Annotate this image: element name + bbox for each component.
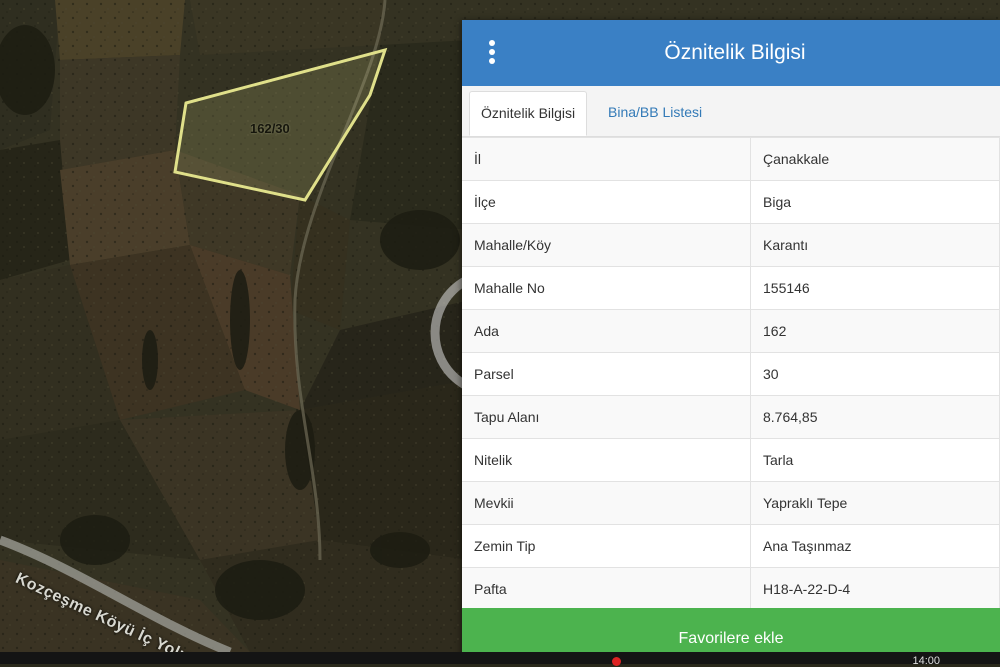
attribute-table: İl Çanakkale İlçe Biga Mahalle/Köy Karantı Mah…: [462, 137, 1000, 610]
table-row: Ada 162: [462, 309, 1000, 353]
attribute-key: Ada: [462, 309, 751, 353]
attribute-value: Biga: [750, 180, 1000, 224]
panel-header: Öznitelik Bilgisi: [462, 20, 1000, 86]
attribute-key: Nitelik: [462, 438, 751, 482]
attribute-key: Tapu Alanı: [462, 395, 751, 439]
table-row: Mevkii Yapraklı Tepe: [462, 481, 1000, 525]
table-row: Mahalle/Köy Karantı: [462, 223, 1000, 267]
attribute-key: Mahalle No: [462, 266, 751, 310]
attribute-key: Mahalle/Köy: [462, 223, 751, 267]
table-row: Zemin Tip Ana Taşınmaz: [462, 524, 1000, 568]
table-row: Mahalle No 155146: [462, 266, 1000, 310]
attribute-key: Pafta: [462, 567, 751, 610]
table-row: İl Çanakkale: [462, 137, 1000, 181]
attribute-value: 155146: [750, 266, 1000, 310]
table-row: Parsel 30: [462, 352, 1000, 396]
attribute-key: Zemin Tip: [462, 524, 751, 568]
table-row: Pafta H18-A-22-D-4: [462, 567, 1000, 610]
table-row: Tapu Alanı 8.764,85: [462, 395, 1000, 439]
attribute-value: Yapraklı Tepe: [750, 481, 1000, 525]
attribute-key: İlçe: [462, 180, 751, 224]
attribute-value: Çanakkale: [750, 137, 1000, 181]
table-row: Nitelik Tarla: [462, 438, 1000, 482]
tab-attribute-info[interactable]: Öznitelik Bilgisi: [469, 91, 588, 136]
attribute-value: H18-A-22-D-4: [750, 567, 1000, 610]
clock: 14:00: [912, 655, 940, 667]
table-row: İlçe Biga: [462, 180, 1000, 224]
tab-building-list[interactable]: Bina/BB Listesi: [597, 91, 713, 136]
parcel-label: 162/30: [250, 121, 290, 136]
attribute-value: 8.764,85: [750, 395, 1000, 439]
attribute-key: İl: [462, 137, 751, 181]
status-bar: 14:00: [0, 652, 1000, 667]
panel-title: Öznitelik Bilgisi: [664, 41, 806, 64]
attribute-value: Ana Taşınmaz: [750, 524, 1000, 568]
record-dot-icon: [612, 657, 621, 666]
attribute-panel: Öznitelik Bilgisi Öznitelik Bilgisi Bina…: [462, 20, 1000, 660]
attribute-key: Parsel: [462, 352, 751, 396]
attribute-value: 30: [750, 352, 1000, 396]
vertical-dots-menu-icon[interactable]: [484, 40, 500, 66]
attribute-value: Tarla: [750, 438, 1000, 482]
attribute-value: Karantı: [750, 223, 1000, 267]
tab-bar: Öznitelik Bilgisi Bina/BB Listesi: [462, 86, 1000, 137]
attribute-key: Mevkii: [462, 481, 751, 525]
attribute-value: 162: [750, 309, 1000, 353]
